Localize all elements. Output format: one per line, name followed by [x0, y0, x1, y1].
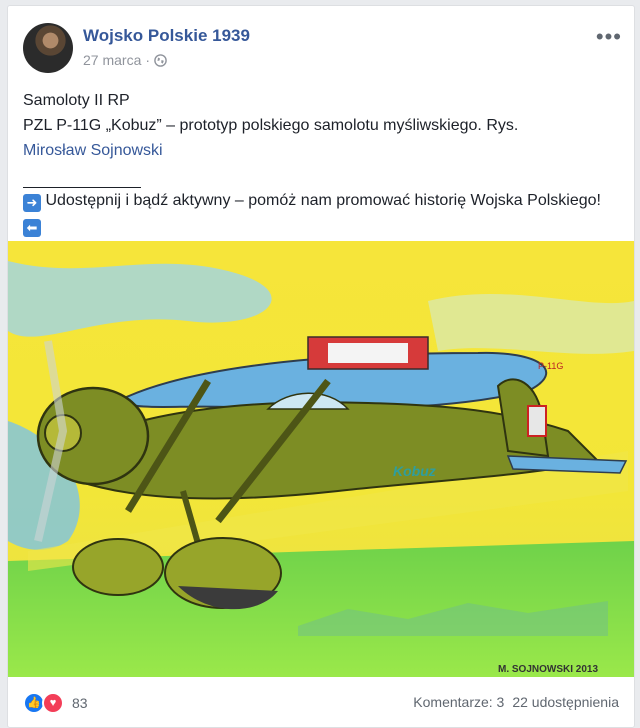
arrow-right-icon: ➜ — [23, 194, 41, 212]
meta-separator: · — [145, 52, 151, 68]
more-horizontal-icon[interactable]: ••• — [596, 24, 622, 50]
page-avatar[interactable] — [23, 23, 73, 73]
comments-count-link[interactable]: Komentarze: 3 — [413, 694, 504, 710]
post-card: Wojsko Polskie 1939 27 marca · ••• Samol… — [7, 5, 635, 728]
page-name-link[interactable]: Wojsko Polskie 1939 — [83, 26, 250, 46]
arrow-left-icon: ⬅ — [23, 219, 41, 237]
post-meta: 27 marca · — [83, 52, 167, 68]
post-text: Samoloty II RP PZL P-11G „Kobuz” – proto… — [23, 88, 623, 238]
post-line-2: PZL P-11G „Kobuz” – prototyp polskiego s… — [23, 117, 519, 134]
love-reaction-icon: ♥ — [42, 692, 64, 714]
reaction-count: 83 — [72, 695, 88, 711]
post-footer: 👍 ♥ 83 Komentarze: 3 22 udostępnienia — [8, 677, 634, 727]
plane-code-text: P-11G — [538, 361, 563, 371]
share-call-text: Udostępnij i bądź aktywny – pomóż nam pr… — [45, 192, 601, 209]
post-date[interactable]: 27 marca — [83, 52, 141, 68]
text-divider — [23, 163, 141, 188]
author-link[interactable]: Mirosław Sojnowski — [23, 142, 163, 159]
post-image[interactable]: Kobuz P-11G M. SOJNOWSKI 2013 — [8, 241, 634, 677]
post-line-1: Samoloty II RP — [23, 92, 130, 109]
artist-signature: M. SOJNOWSKI 2013 — [498, 664, 598, 675]
engagement-counts: Komentarze: 3 22 udostępnienia — [413, 694, 619, 710]
globe-icon — [154, 53, 167, 67]
plane-logo-text: Kobuz — [393, 463, 436, 479]
shares-count-link[interactable]: 22 udostępnienia — [512, 694, 619, 710]
reaction-summary[interactable]: 👍 ♥ 83 — [23, 692, 88, 714]
